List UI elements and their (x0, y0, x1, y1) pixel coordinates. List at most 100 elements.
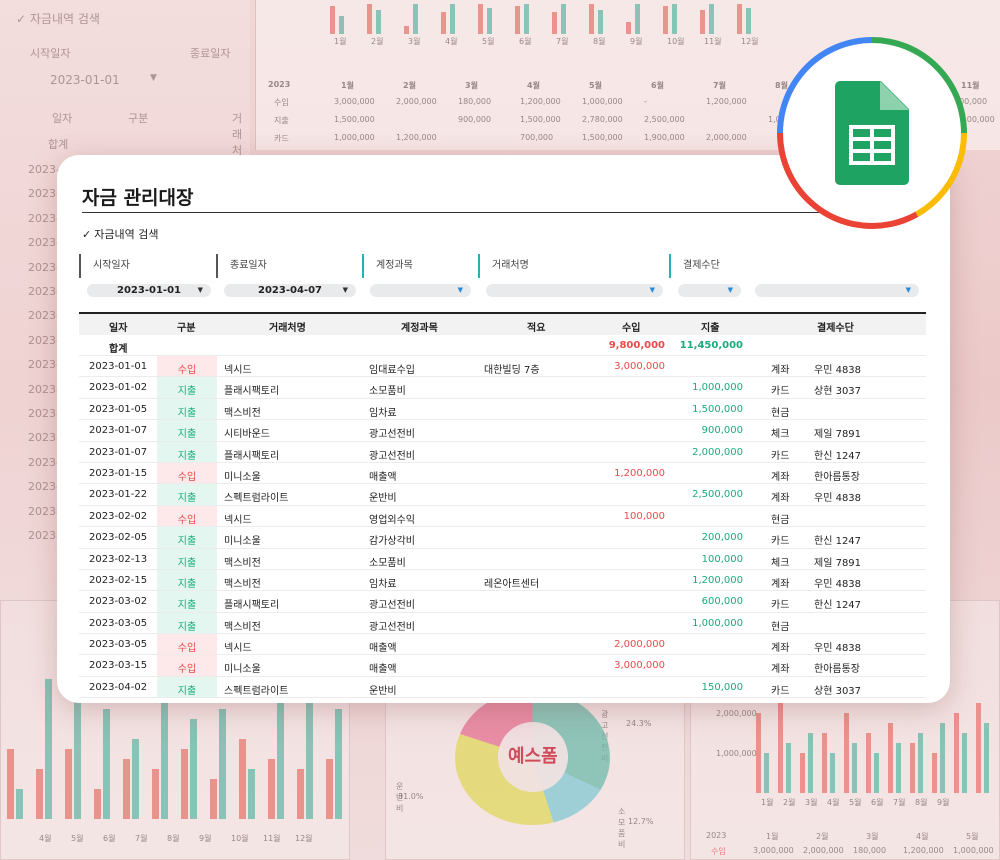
table-row[interactable]: 2023-03-05 지출 맥스비전 광고선전비 1,000,000 현금 (79, 612, 926, 635)
bg-chart-bar (561, 4, 566, 34)
row-type: 지출 (177, 407, 197, 419)
row-date: 2023-01-07 (89, 425, 148, 437)
bg-chart-month: 12월 (741, 37, 759, 46)
row-type-cell: 지출 (157, 420, 217, 441)
bg-chart-bar (598, 10, 603, 34)
bg-table-row-label: 수입 (711, 847, 726, 856)
filter-account-label: 계정과목 (362, 254, 470, 278)
start-date-select[interactable]: 2023-01-01 ▼ (87, 284, 211, 297)
bg-chart-bar (888, 723, 893, 793)
sheets-grid-icon (849, 125, 895, 165)
bg-chart-month: 2월 (783, 798, 796, 807)
row-date: 2023-01-15 (89, 467, 148, 479)
bg-chart-bar (737, 4, 742, 34)
bg-chart-bar (190, 719, 197, 819)
row-payment-method: 계좌 (771, 578, 790, 590)
bg-left-date-caret: ▼ (150, 73, 157, 83)
end-date-value: 2023-04-07 (258, 285, 322, 296)
search-section-text: 자금내역 검색 (94, 228, 159, 241)
row-type-cell: 지출 (157, 591, 217, 612)
bg-left-date: 2023-01-01 (50, 73, 120, 87)
row-payment-method: 계좌 (771, 493, 790, 505)
table-row[interactable]: 2023-01-05 지출 맥스비전 임차료 1,500,000 현금 (79, 398, 926, 421)
bg-chart-bar (844, 713, 849, 793)
title-divider (82, 212, 925, 213)
total-income: 9,800,000 (608, 340, 665, 351)
table-row[interactable]: 2023-03-05 수입 넥시드 매출액 2,000,000 계좌 우민 4838 (79, 634, 926, 656)
start-date-value: 2023-01-01 (117, 285, 181, 296)
bg-chart-bar (330, 6, 335, 34)
table-row[interactable]: 2023-02-15 지출 맥스비전 임차료 레온아트센터 1,200,000 계좌 우민 4… (79, 569, 926, 592)
row-type: 지출 (177, 557, 197, 569)
ledger-table: 일자 구분 거래처명 계정과목 적요 수입 지출 결제수단 합계 9,800,0… (79, 312, 926, 699)
table-row[interactable]: 2023-01-02 지출 플래시팩토리 소모품비 1,000,000 카드 상현 3037 (79, 377, 926, 399)
table-row[interactable]: 2023-03-02 지출 플래시팩토리 광고선전비 600,000 카드 한신 1247 (79, 591, 926, 613)
end-date-select[interactable]: 2023-04-07 ▼ (224, 284, 356, 297)
row-expense: 1,000,000 (692, 382, 743, 394)
row-client: 시티바운드 (224, 429, 270, 441)
bg-chart-month: 7월 (893, 798, 906, 807)
bg-chart-bar (450, 4, 455, 34)
table-row[interactable]: 2023-04-02 지출 스펙트럼라이트 운반비 150,000 카드 상현 3037 (79, 676, 926, 699)
bg-chart-bar (36, 769, 43, 819)
bg-chart-bar (700, 10, 705, 34)
table-row[interactable]: 2023-01-15 수입 미니소울 매출액 1,200,000 계좌 한아름통장 (79, 462, 926, 485)
bg-chart-bar (962, 733, 967, 793)
row-expense: 100,000 (701, 553, 743, 565)
col-expense: 지출 (701, 323, 720, 334)
account-select[interactable]: ▼ (370, 284, 471, 297)
bg-chart-bar (663, 6, 668, 34)
bg-chart-month: 6월 (519, 37, 532, 46)
payment-detail-select[interactable]: ▼ (755, 284, 919, 297)
row-expense: 2,500,000 (692, 489, 743, 501)
bg-chart-month: 11월 (263, 834, 281, 843)
row-account: 광고선전비 (369, 450, 415, 462)
row-date: 2023-03-02 (89, 596, 148, 608)
client-select[interactable]: ▼ (486, 284, 663, 297)
row-payment-method: 계좌 (771, 471, 790, 483)
bg-chart-month: 7월 (556, 37, 569, 46)
row-client: 맥스비전 (224, 407, 261, 419)
bg-table-cell: 1,000,000 (953, 846, 994, 855)
bg-table-cell: 1,500,000 (520, 115, 561, 124)
bg-table-row-label: 지출 (274, 116, 289, 125)
row-payment-detail: 제일 7891 (814, 429, 862, 441)
bg-chart-bar (123, 759, 130, 819)
row-income: 3,000,000 (614, 660, 665, 672)
row-client: 플래시팩토리 (224, 600, 280, 612)
table-row[interactable]: 2023-01-07 지출 시티바운드 광고선전비 900,000 체크 제일 7891 (79, 420, 926, 442)
bg-table-cell: 3,000,000 (753, 846, 794, 855)
bg-table-month: 5월 (966, 832, 979, 841)
bg-table-cell: - (644, 97, 647, 106)
bg-left-label: 시작일자 (30, 47, 71, 60)
table-row[interactable]: 2023-01-01 수입 넥시드 임대료수입 대한빌딩 7층 3,000,000 계좌 우민… (79, 356, 926, 378)
bg-chart-bar (756, 713, 761, 793)
bg-chart-bar (335, 709, 342, 819)
table-row[interactable]: 2023-01-22 지출 스펙트럼라이트 운반비 2,500,000 계좌 우민 4838 (79, 484, 926, 506)
row-date: 2023-01-01 (89, 361, 148, 372)
row-payment-detail: 상현 3037 (814, 386, 862, 398)
row-payment-detail: 우민 4838 (814, 365, 862, 376)
row-client: 미니소울 (224, 471, 261, 483)
row-account: 광고선전비 (369, 621, 415, 633)
row-payment-detail: 한신 1247 (814, 600, 862, 612)
row-type-cell: 지출 (157, 612, 217, 634)
row-date: 2023-03-05 (89, 639, 148, 651)
payment-method-select[interactable]: ▼ (678, 284, 741, 297)
row-type-cell: 지출 (157, 527, 217, 548)
row-client: 넥시드 (224, 365, 252, 376)
table-row[interactable]: 2023-02-05 지출 미니소울 감가상각비 200,000 카드 한신 1247 (79, 527, 926, 549)
row-type-cell: 지출 (157, 569, 217, 591)
col-type: 구분 (177, 323, 196, 334)
bg-chart-bar (786, 743, 791, 793)
table-row[interactable]: 2023-01-07 지출 플래시팩토리 광고선전비 2,000,000 카드 한신 124… (79, 441, 926, 463)
bg-table-cell: 1,900,000 (644, 133, 685, 142)
bg-chart-month: 9월 (937, 798, 950, 807)
table-row[interactable]: 2023-02-13 지출 맥스비전 소모품비 100,000 체크 제일 7891 (79, 548, 926, 570)
table-row[interactable]: 2023-03-15 수입 미니소울 매출액 3,000,000 계좌 한아름통장 (79, 655, 926, 677)
bg-table-cell: 3,000,000 (334, 97, 375, 106)
bg-table-cell: 2,780,000 (582, 115, 623, 124)
bg-chart-bar (413, 4, 418, 34)
table-row[interactable]: 2023-02-02 수입 넥시드 영업외수익 100,000 현금 (79, 505, 926, 528)
bg-chart-bar (778, 703, 783, 793)
